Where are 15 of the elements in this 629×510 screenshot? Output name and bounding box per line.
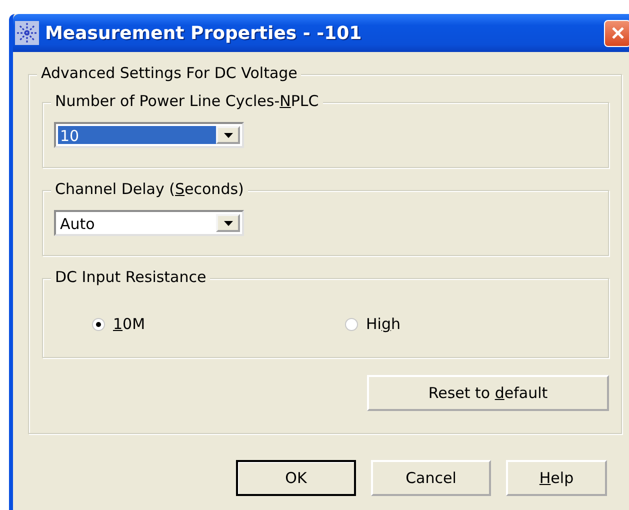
radio-option[interactable]: 10M [92, 315, 345, 333]
group-title: DC Input Resistance [51, 268, 210, 286]
dialog-button[interactable]: OK [236, 460, 356, 496]
close-button[interactable] [604, 20, 629, 46]
group-title: Channel Delay (Seconds) [51, 180, 248, 198]
reset-button[interactable]: Reset to default [367, 375, 609, 411]
close-icon [610, 26, 624, 40]
group-title: Number of Power Line Cycles-NPLC [51, 92, 323, 110]
dialog-button[interactable]: Cancel [371, 460, 491, 496]
dropdown[interactable]: 10 [54, 122, 244, 148]
window-title: Measurement Properties - -101 [45, 22, 363, 44]
dropdown[interactable]: Auto [54, 210, 244, 236]
radio-option[interactable]: High [345, 315, 598, 333]
dialog-button[interactable]: Help [506, 460, 607, 496]
group-title: Advanced Settings For DC Voltage [37, 64, 302, 82]
